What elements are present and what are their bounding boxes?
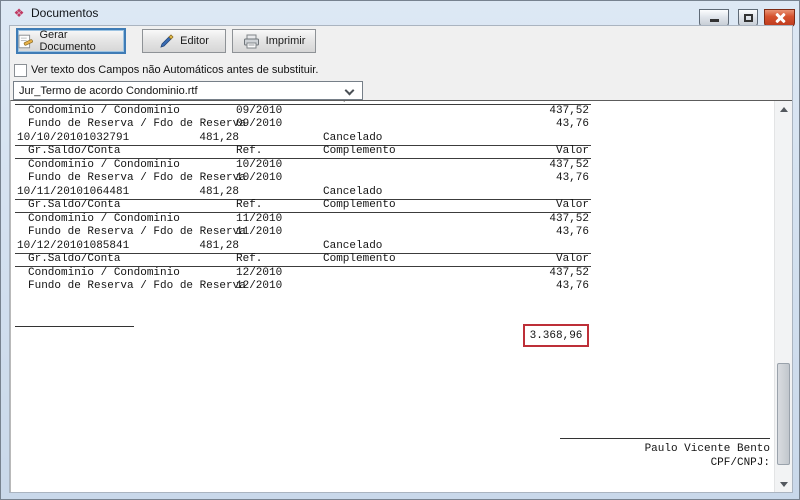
print-button[interactable]: Imprimir <box>232 29 316 53</box>
table-header-row: Gr.Saldo/Conta Ref. Complemento Valor <box>11 253 774 267</box>
table-cell: 481,28 <box>151 240 239 254</box>
table-cell: Cancelado <box>323 132 382 146</box>
table-cell: 10/11/2010 <box>17 186 83 200</box>
document-preview-panel: Gr.Saldo/ContaRef.ComplementoValorCondom… <box>10 100 792 492</box>
scroll-down-button[interactable] <box>775 475 792 492</box>
table-cell: Gr.Saldo/Conta <box>28 145 120 159</box>
table-cell: Condominio / Condominio <box>28 105 180 119</box>
table-row: Fundo de Reserva / Fdo de Reserva09/2010… <box>11 118 774 132</box>
table-cell: Complemento <box>323 145 396 159</box>
signature-line <box>560 438 770 439</box>
subtotal-line <box>15 326 134 327</box>
table-cell: Complemento <box>323 199 396 213</box>
table-cell: 43,76 <box>489 280 589 294</box>
print-label: Imprimir <box>266 35 306 47</box>
table-header-row: Gr.Saldo/Conta Ref. Complemento Valor <box>11 145 774 159</box>
table-row: Condominio / Condominio 10/2010 437,52 <box>11 159 774 173</box>
table-cell: 437,52 <box>489 213 589 227</box>
table-cell: 437,52 <box>489 105 589 119</box>
table-row: 10/11/20101064481 481,28 Cancelado <box>11 186 774 200</box>
table-row: Fundo de Reserva / Fdo de Reserva11/2010… <box>11 226 774 240</box>
table-cell: 437,52 <box>489 267 589 281</box>
editor-button[interactable]: Editor <box>142 29 226 53</box>
table-cell: 12/2010 <box>236 267 282 281</box>
table-cell: 43,76 <box>489 226 589 240</box>
table-row: Fundo de Reserva / Fdo de Reserva10/2010… <box>11 172 774 186</box>
table-cell: 10/2010 <box>236 159 282 173</box>
table-cell: Valor <box>489 145 589 159</box>
table-cell: Cancelado <box>323 240 382 254</box>
table-cell: Ref. <box>236 253 262 267</box>
show-fields-checkbox-label: Ver texto dos Campos não Automáticos ant… <box>31 64 318 76</box>
table-cell: Complemento <box>323 253 396 267</box>
printer-icon <box>243 34 260 49</box>
document-table: Gr.Saldo/ContaRef.ComplementoValorCondom… <box>11 100 774 294</box>
table-cell: 481,28 <box>151 132 239 146</box>
template-dropdown-value: Jur_Termo de acordo Condominio.rtf <box>19 85 198 97</box>
table-cell: 1032791 <box>83 132 129 146</box>
table-cell: 10/12/2010 <box>17 240 83 254</box>
template-dropdown[interactable]: Jur_Termo de acordo Condominio.rtf <box>13 81 363 100</box>
maximize-icon <box>744 14 753 22</box>
table-cell: Fundo de Reserva / Fdo de Reserva <box>28 118 246 132</box>
table-cell: 09/2010 <box>236 105 282 119</box>
table-cell: Gr.Saldo/Conta <box>28 199 120 213</box>
table-row: 10/10/20101032791 481,28 Cancelado <box>11 132 774 146</box>
window-title: Documentos <box>31 6 98 20</box>
chevron-up-icon <box>780 107 788 112</box>
table-cell: 12/2010 <box>236 280 282 294</box>
table-cell: 11/2010 <box>236 226 282 240</box>
table-cell: 10/2010 <box>236 172 282 186</box>
table-cell: Condominio / Condominio <box>28 159 180 173</box>
table-row: Condominio / Condominio 09/2010 437,52 <box>11 105 774 119</box>
table-cell: 43,76 <box>489 172 589 186</box>
table-cell: Fundo de Reserva / Fdo de Reserva <box>28 280 246 294</box>
client-area: Gerar Documento Editor Imprimir Ver text… <box>9 25 793 493</box>
documents-window: Documentos Gerar Documento Edit <box>0 0 800 500</box>
scrollbar-thumb[interactable] <box>777 363 790 465</box>
table-cell: 10/10/2010 <box>17 132 83 146</box>
show-fields-checkbox[interactable] <box>14 64 27 77</box>
table-cell: 11/2010 <box>236 213 282 227</box>
chevron-down-icon <box>780 482 788 487</box>
table-cell: 481,28 <box>151 186 239 200</box>
signature-block: Paulo Vicente Bento CPF/CNPJ: <box>560 438 770 470</box>
minimize-icon <box>710 19 719 22</box>
table-cell: 1064481 <box>83 186 129 200</box>
table-cell: Condominio / Condominio <box>28 213 180 227</box>
table-header-row: Gr.Saldo/Conta Ref. Complemento Valor <box>11 199 774 213</box>
editor-label: Editor <box>180 35 209 47</box>
table-cell: Fundo de Reserva / Fdo de Reserva <box>28 172 246 186</box>
table-cell: Valor <box>489 199 589 213</box>
chevron-down-icon <box>345 86 355 96</box>
scroll-up-button[interactable] <box>775 101 792 118</box>
table-cell: 43,76 <box>489 118 589 132</box>
vertical-scrollbar[interactable] <box>774 101 792 492</box>
table-cell: Fundo de Reserva / Fdo de Reserva <box>28 226 246 240</box>
table-cell: 1085841 <box>83 240 129 254</box>
close-icon <box>775 13 785 23</box>
table-row: 10/12/20101085841 481,28 Cancelado <box>11 240 774 254</box>
table-cell: Cancelado <box>323 186 382 200</box>
signature-name: Paulo Vicente Bento <box>560 442 770 456</box>
table-row: Condominio / Condominio 11/2010 437,52 <box>11 213 774 227</box>
total-box: 3.368,96 <box>523 324 589 347</box>
document-pencil-icon <box>18 34 33 49</box>
total-value: 3.368,96 <box>530 330 583 342</box>
pen-icon <box>159 34 174 49</box>
table-cell: Valor <box>489 253 589 267</box>
table-cell: Condominio / Condominio <box>28 267 180 281</box>
signature-doc-label: CPF/CNPJ: <box>560 456 770 470</box>
table-cell: Gr.Saldo/Conta <box>28 253 120 267</box>
app-icon <box>12 6 26 20</box>
table-row: Fundo de Reserva / Fdo de Reserva12/2010… <box>11 280 774 294</box>
title-bar[interactable]: Documentos <box>1 1 799 25</box>
generate-document-label: Gerar Documento <box>39 29 124 53</box>
generate-document-button[interactable]: Gerar Documento <box>16 28 126 54</box>
table-cell: Ref. <box>236 199 262 213</box>
table-cell: 437,52 <box>489 159 589 173</box>
table-cell: Ref. <box>236 145 262 159</box>
table-cell: 09/2010 <box>236 118 282 132</box>
table-row: Condominio / Condominio 12/2010 437,52 <box>11 267 774 281</box>
